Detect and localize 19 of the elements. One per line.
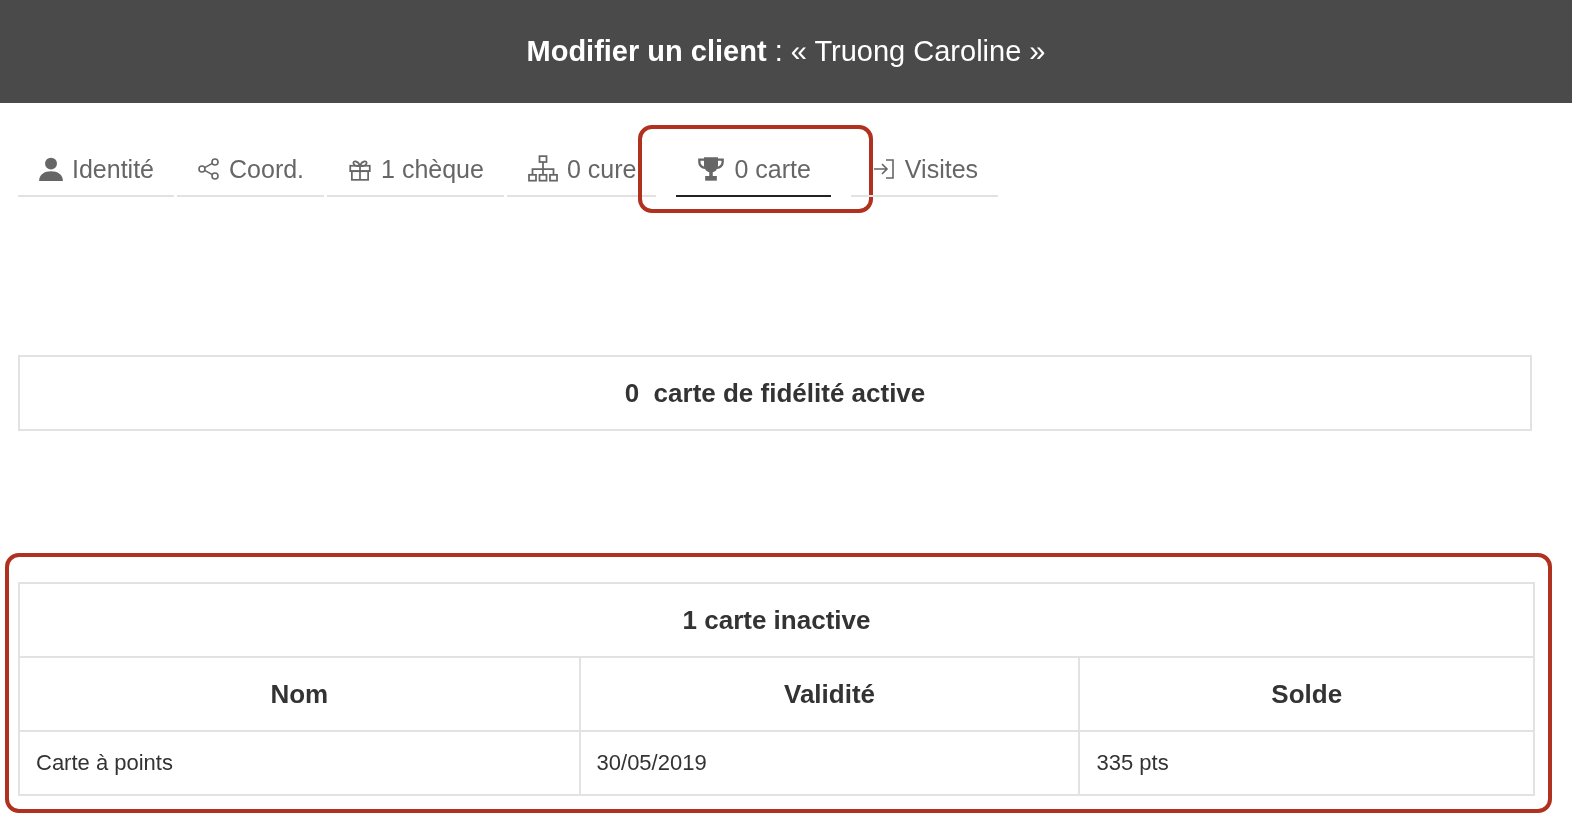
share-icon [197, 157, 221, 181]
page-title: Modifier un client : « Truong Caroline » [526, 35, 1046, 68]
tab[interactable]: Visites [850, 145, 999, 197]
tab[interactable]: 1 chèque [327, 145, 504, 197]
hierarchy-icon [526, 155, 559, 183]
tab[interactable]: 0 cure [506, 145, 657, 197]
table-cell: 30/05/2019 [579, 731, 1080, 795]
tab[interactable]: 0 carte [676, 145, 831, 197]
panel-title: 0 carte de fidélité active [624, 377, 926, 409]
column-header: Solde [1079, 657, 1534, 731]
tab[interactable]: Coord. [177, 145, 325, 197]
column-header: Nom [19, 657, 580, 731]
table-cell: 335 pts [1079, 731, 1534, 795]
table-title: 1 carte inactive [19, 583, 1534, 657]
person-icon [38, 156, 64, 182]
trophy-icon [696, 155, 727, 183]
tab[interactable]: Identité [18, 145, 174, 197]
column-header: Validité [579, 657, 1080, 731]
table-cell: Carte à points [19, 731, 580, 795]
